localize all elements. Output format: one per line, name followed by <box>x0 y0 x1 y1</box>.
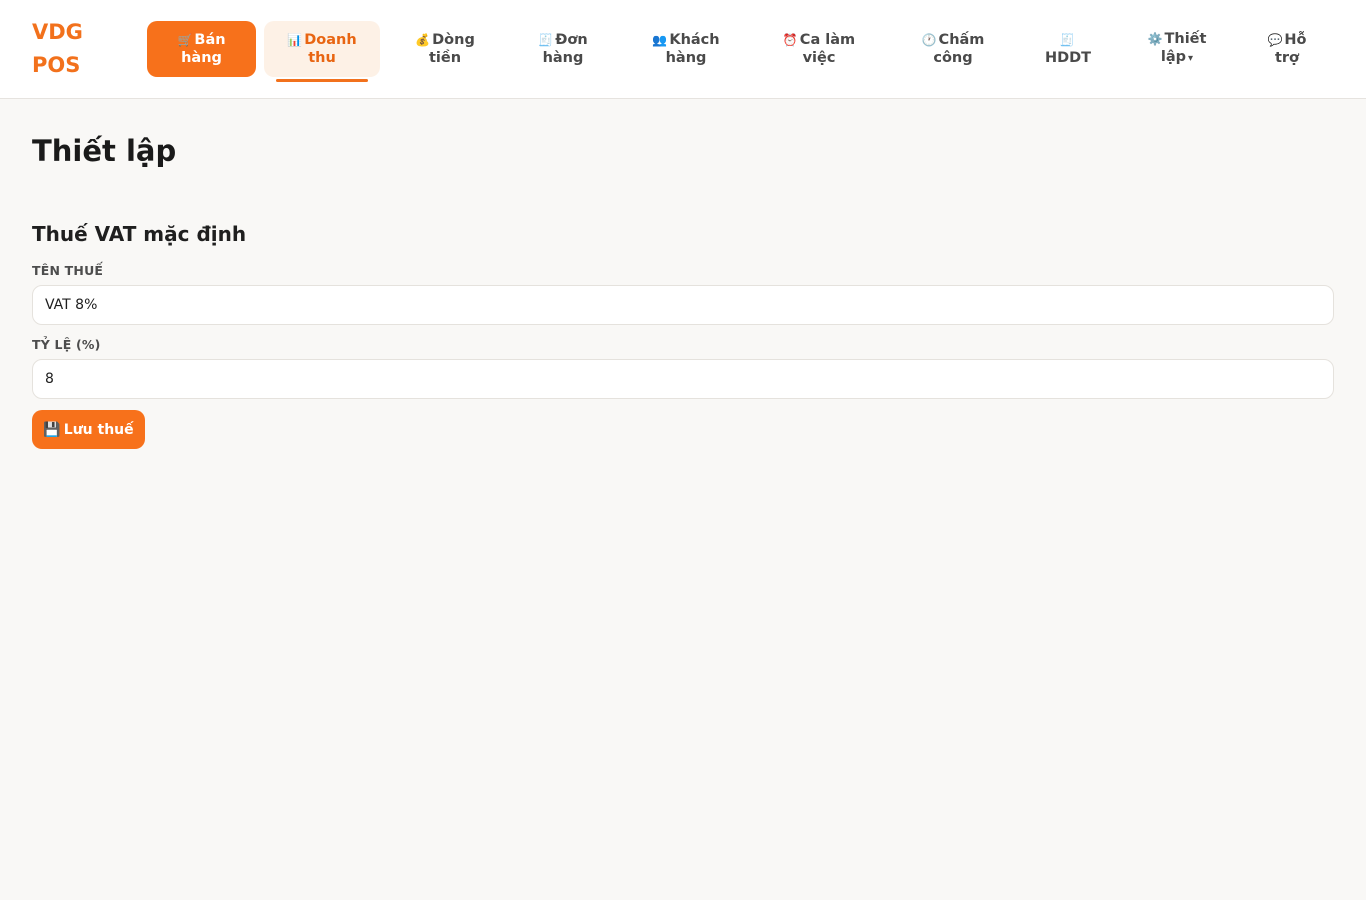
tax-name-label: TÊN THUẾ <box>32 263 104 278</box>
nav-label-line1: Bán <box>194 32 226 48</box>
nav-label-line2: tiền <box>428 50 462 66</box>
nav-label-line2: trợ <box>1274 50 1300 66</box>
tax-rate-label: TỶ LỆ (%) <box>32 337 101 352</box>
tax-rate-input[interactable] <box>32 359 1334 399</box>
page-title: Thiết lập <box>32 134 177 168</box>
nav-item-cham-cong[interactable]: 🕐 Chấm công <box>892 21 1014 77</box>
chat-icon: 💬 <box>1267 33 1283 47</box>
invoice-icon: 🧾 <box>1059 33 1075 47</box>
clock-icon: 🕐 <box>921 33 937 47</box>
nav-label-line1: Ca làm <box>799 32 856 48</box>
nav-item-ca-lam-viec[interactable]: ⏰ Ca làm việc <box>756 21 882 77</box>
tax-name-input[interactable] <box>32 285 1334 325</box>
brand-line-1: VDG <box>32 20 83 44</box>
nav-item-thiet-lap[interactable]: ⚙️ Thiết lập ▾ <box>1122 21 1232 77</box>
chevron-down-icon: ▾ <box>1188 53 1194 64</box>
floppy-disk-icon: 💾 <box>43 421 61 438</box>
money-bag-icon: 💰 <box>415 33 431 47</box>
top-navigation-bar: VDG POS 🛒 Bán hàng 📊 Doanh thu 💰 Dòng tiền 🧾 Đơ… <box>0 0 1366 99</box>
nav-label-line2: việc <box>802 50 836 66</box>
alarm-clock-icon: ⏰ <box>782 33 798 47</box>
nav-label-line2: hàng <box>542 50 584 66</box>
bar-chart-icon: 📊 <box>287 33 303 47</box>
nav-label-line2: hàng <box>181 50 222 66</box>
nav-item-doanh-thu[interactable]: 📊 Doanh thu <box>264 21 380 82</box>
nav-label-line1: Hỗ <box>1284 32 1307 48</box>
users-icon: 👥 <box>652 33 668 47</box>
receipt-icon: 🧾 <box>538 33 554 47</box>
nav-item-dong-tien[interactable]: 💰 Dòng tiền <box>390 21 500 77</box>
nav-item-don-hang[interactable]: 🧾 Đơn hàng <box>510 21 616 77</box>
brand-line-2: POS <box>32 53 81 77</box>
nav-label-line2: HDDT <box>1044 50 1092 66</box>
nav-label-line2: hàng <box>665 50 707 66</box>
nav-label-line1: Dòng <box>432 32 475 48</box>
gear-icon: ⚙️ <box>1147 32 1163 46</box>
nav-item-ban-hang[interactable]: 🛒 Bán hàng <box>147 21 256 77</box>
nav-label-line1: Khách <box>669 32 720 48</box>
nav-label-line2: thu <box>308 50 336 66</box>
section-title-vat: Thuế VAT mặc định <box>32 222 247 246</box>
brand-logo[interactable]: VDG POS <box>32 16 112 82</box>
nav-label-line1: Thiết <box>1164 31 1207 47</box>
nav-label-line1: Chấm <box>938 32 985 48</box>
save-tax-button[interactable]: 💾 Lưu thuế <box>32 410 145 449</box>
save-tax-label: Lưu thuế <box>63 421 134 438</box>
nav-label-line1: Doanh <box>304 32 357 48</box>
nav-item-hddt[interactable]: 🧾 HDDT <box>1024 21 1112 77</box>
nav-label-line2: lập <box>1160 49 1187 65</box>
nav-label-line2: công <box>933 50 973 66</box>
nav-item-ho-tro[interactable]: 💬 Hỗ trợ <box>1242 21 1332 77</box>
nav-label-line1: Đơn <box>555 32 588 48</box>
nav-item-khach-hang[interactable]: 👥 Khách hàng <box>626 21 746 77</box>
cart-icon: 🛒 <box>177 33 193 47</box>
